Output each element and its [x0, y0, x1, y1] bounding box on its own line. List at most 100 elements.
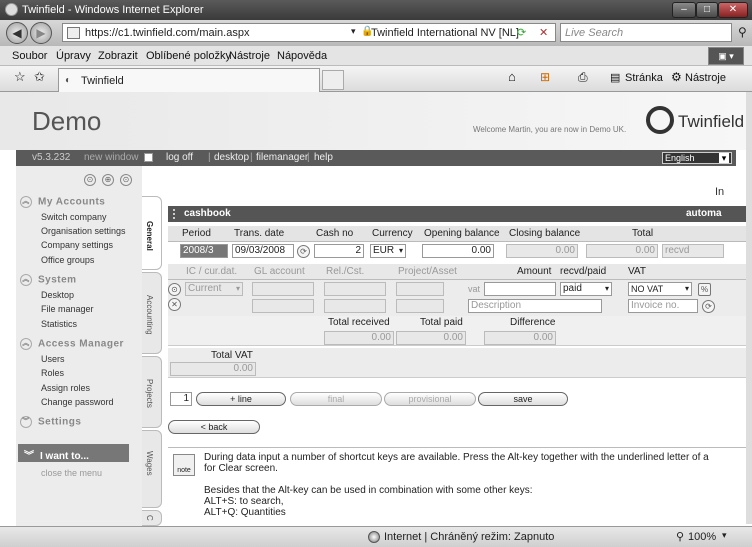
save-button[interactable]: save	[478, 392, 568, 406]
tab-more[interactable]: C	[142, 510, 162, 526]
menu-edit[interactable]: Úpravy	[56, 50, 91, 62]
i-want-to-button[interactable]: ︾ I want to...	[18, 444, 129, 462]
sidebar-item-assign-roles[interactable]: Assign roles	[41, 383, 90, 393]
chevron-down-icon[interactable]: ︾	[20, 416, 32, 428]
vat-select[interactable]: NO VAT ▾	[628, 282, 692, 296]
add-line-button[interactable]: + line	[196, 392, 286, 406]
address-bar[interactable]: https://c1.twinfield.com/main.aspx ▾ 🔒 T…	[62, 23, 556, 42]
menu-help[interactable]: Nápověda	[277, 50, 327, 62]
zoom-level[interactable]: 100%	[688, 531, 716, 543]
zoom-icon[interactable]: ⚲	[676, 530, 684, 543]
browser-tab[interactable]: ◐ Twinfield	[58, 68, 320, 92]
log-off-link[interactable]: log off	[166, 152, 193, 163]
tab-general[interactable]: General	[142, 196, 162, 270]
sidebar-item-file-manager[interactable]: File manager	[41, 304, 94, 314]
invoice-no-field[interactable]: Invoice no.	[628, 299, 698, 313]
maximize-button[interactable]: □	[696, 2, 718, 18]
minimize-button[interactable]: –	[672, 2, 696, 18]
total-received-value: 0.00	[324, 331, 394, 345]
tools-menu[interactable]: Nástroje	[685, 72, 726, 84]
sidebar-item-statistics[interactable]: Statistics	[41, 319, 77, 329]
sidebar-item-office-groups[interactable]: Office groups	[41, 255, 94, 265]
stop-icon[interactable]: ✕	[539, 26, 548, 39]
sidebar-item-desktop[interactable]: Desktop	[41, 290, 74, 300]
opening-balance-field[interactable]: 0.00	[422, 244, 494, 258]
print-icon[interactable]: ⎙	[578, 70, 588, 85]
expand-all-icon[interactable]: ⊕	[102, 174, 114, 186]
translate-icon[interactable]: ▣ ▾	[708, 47, 744, 65]
tab-accounting[interactable]: Accounting	[142, 272, 162, 354]
dropdown-arrow-icon[interactable]: ▾	[351, 26, 356, 37]
collapse-all-icon[interactable]: ⊙	[84, 174, 96, 186]
section-system[interactable]: ︽ System	[20, 274, 77, 286]
tab-projects[interactable]: Projects	[142, 356, 162, 428]
menu-view[interactable]: Zobrazit	[98, 50, 138, 62]
chevron-up-icon[interactable]: ︽	[20, 196, 32, 208]
refresh-icon[interactable]: ⟳	[517, 26, 526, 39]
delete-line-icon[interactable]: ✕	[168, 298, 181, 311]
description-field[interactable]: Description	[468, 299, 602, 313]
add-favorite-icon[interactable]: ✩	[34, 69, 45, 85]
security-zone[interactable]: Internet | Chráněný režim: Zapnuto	[384, 531, 554, 543]
back-button[interactable]: < back	[168, 420, 260, 434]
vat-calc-icon[interactable]: %	[698, 283, 711, 296]
sidebar-item-roles[interactable]: Roles	[41, 368, 64, 378]
chevron-up-icon[interactable]: ︽	[20, 338, 32, 350]
favorites-star-icon[interactable]: ☆	[14, 69, 26, 85]
help-link[interactable]: help	[314, 152, 333, 163]
rss-icon[interactable]: ⊞	[540, 70, 550, 84]
search-input[interactable]: Live Search	[565, 27, 623, 39]
drag-handle-icon[interactable]	[173, 209, 177, 219]
search-icon[interactable]: ⚲	[738, 25, 747, 39]
section-access-manager[interactable]: ︽ Access Manager	[20, 338, 124, 350]
refresh-menu-icon[interactable]: ⊙	[120, 174, 132, 186]
recvd-field: recvd	[662, 244, 724, 258]
recvd-paid-select[interactable]: paid ▾	[560, 282, 612, 296]
site-identity[interactable]: Twinfield International NV [NL]	[371, 27, 519, 39]
language-select[interactable]: English ▾	[662, 152, 732, 164]
new-tab-button[interactable]	[322, 70, 344, 90]
line-count-field[interactable]: 1	[170, 392, 192, 406]
filemanager-link[interactable]: filemanager	[256, 152, 308, 163]
total-paid-value: 0.00	[396, 331, 466, 345]
company-name: Demo	[32, 106, 102, 136]
logo-text: Twinfield	[678, 112, 745, 131]
col-opening-balance: Opening balance	[424, 228, 500, 239]
sidebar-item-change-password[interactable]: Change password	[41, 397, 114, 407]
menu-favorites[interactable]: Oblíbené položky	[146, 50, 231, 62]
page-menu[interactable]: Stránka	[625, 72, 663, 84]
home-icon[interactable]: ⌂	[508, 69, 516, 84]
tab-wages[interactable]: Wages	[142, 430, 162, 508]
search-box[interactable]: Live Search	[560, 23, 732, 42]
sidebar-item-organisation-settings[interactable]: Organisation settings	[41, 226, 126, 236]
chevron-up-icon[interactable]: ︽	[20, 274, 32, 286]
new-window-checkbox[interactable]	[144, 153, 153, 162]
close-menu-link[interactable]: close the menu	[41, 468, 102, 478]
period-field[interactable]: 2008/3	[180, 244, 228, 258]
menu-file[interactable]: Soubor	[12, 50, 47, 62]
section-my-accounts[interactable]: ︽ My Accounts	[20, 196, 105, 208]
chevron-down-icon[interactable]: ▾	[722, 530, 727, 541]
forward-arrow-icon[interactable]: ▶	[30, 22, 52, 44]
invoice-lookup-icon[interactable]: ⟳	[702, 300, 715, 313]
amount-field[interactable]	[484, 282, 556, 296]
sidebar-item-company-settings[interactable]: Company settings	[41, 240, 113, 250]
calendar-icon[interactable]: ⟳	[297, 245, 310, 258]
cashbook-title: cashbook	[184, 208, 231, 219]
edit-line-icon[interactable]: ⊙	[168, 283, 181, 296]
section-settings[interactable]: ︾ Settings	[20, 416, 81, 428]
vertical-scrollbar[interactable]	[746, 92, 752, 524]
desktop-link[interactable]: desktop	[214, 152, 249, 163]
currency-select[interactable]: EUR ▾	[370, 244, 406, 258]
sidebar-item-users[interactable]: Users	[41, 354, 65, 364]
back-arrow-icon[interactable]: ◀	[6, 22, 28, 44]
close-window-button[interactable]: ✕	[718, 2, 748, 18]
gear-icon[interactable]: ⚙	[671, 70, 682, 84]
tab-title[interactable]: Twinfield	[81, 75, 124, 87]
address-url[interactable]: https://c1.twinfield.com/main.aspx	[85, 27, 249, 39]
trans-date-field[interactable]: 09/03/2008	[232, 244, 294, 258]
sidebar-item-switch-company[interactable]: Switch company	[41, 212, 107, 222]
cash-no-field[interactable]: 2	[314, 244, 364, 258]
page-menu-icon[interactable]: ▤	[610, 71, 620, 84]
menu-tools[interactable]: Nástroje	[229, 50, 270, 62]
